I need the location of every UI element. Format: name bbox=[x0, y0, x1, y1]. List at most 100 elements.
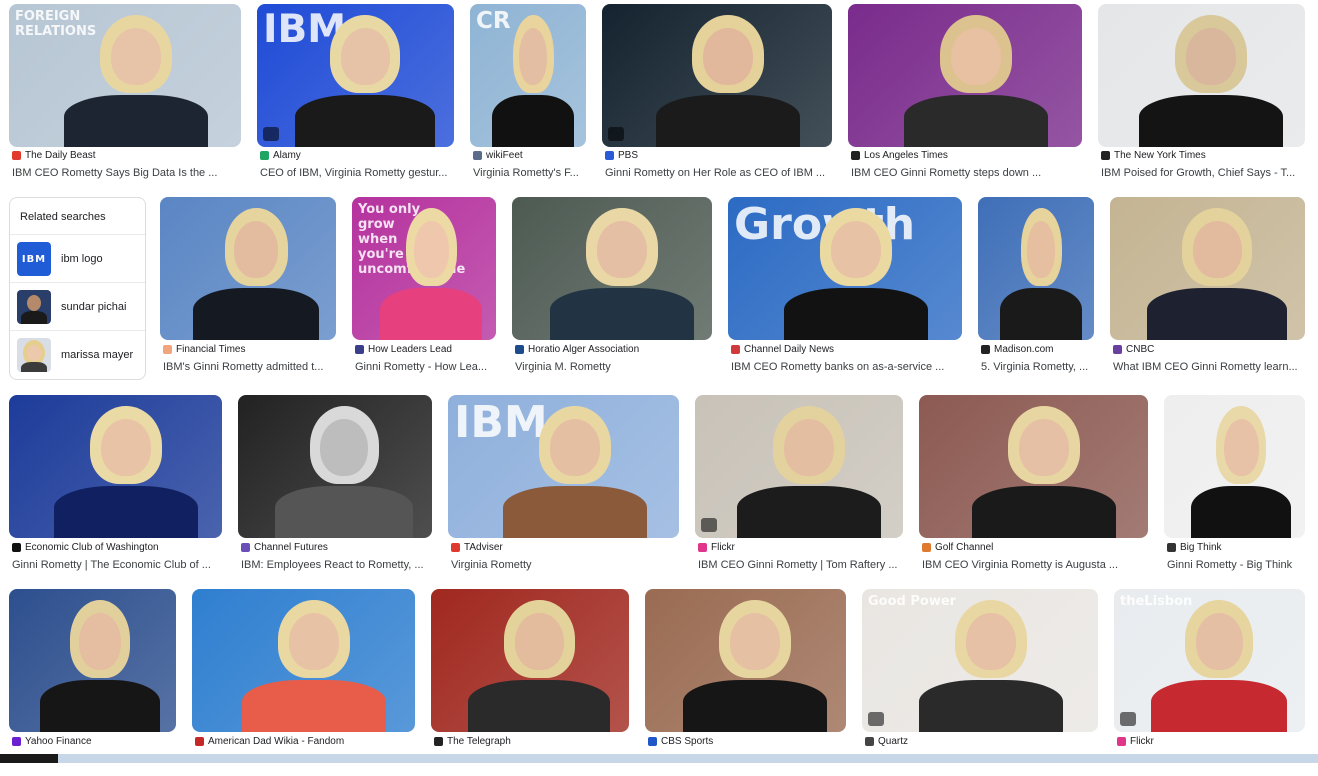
image-thumbnail[interactable] bbox=[695, 395, 903, 538]
result-title-link[interactable]: Ginni Rometty | The Economic Club of ... bbox=[12, 559, 219, 571]
related-searches-title: Related searches bbox=[20, 211, 106, 223]
horizontal-scrollbar[interactable] bbox=[0, 754, 1318, 763]
image-result-tile[interactable]: CR wikiFeet Virginia Rometty's F... bbox=[470, 4, 586, 190]
site-favicon-icon bbox=[865, 737, 874, 746]
result-source[interactable]: Financial Times bbox=[163, 344, 333, 355]
image-thumbnail[interactable] bbox=[160, 197, 336, 340]
result-source[interactable]: Quartz bbox=[865, 736, 1095, 747]
result-source[interactable]: Horatio Alger Association bbox=[515, 344, 709, 355]
image-result-tile[interactable]: American Dad Wikia - Fandom bbox=[192, 589, 415, 776]
image-thumbnail[interactable] bbox=[9, 395, 222, 538]
image-result-tile[interactable]: Madison.com 5. Virginia Rometty, ... bbox=[978, 197, 1094, 384]
result-source[interactable]: How Leaders Lead bbox=[355, 344, 493, 355]
result-source[interactable]: Alamy bbox=[260, 150, 451, 161]
image-result-tile[interactable]: Growth Channel Daily News IBM CEO Rometty … bbox=[728, 197, 962, 384]
result-title-link[interactable]: Virginia M. Rometty bbox=[515, 361, 709, 373]
image-thumbnail[interactable] bbox=[512, 197, 712, 340]
result-source[interactable]: Economic Club of Washington bbox=[12, 542, 219, 553]
image-thumbnail[interactable] bbox=[848, 4, 1082, 147]
image-thumbnail[interactable] bbox=[978, 197, 1094, 340]
result-title-link[interactable]: CEO of IBM, Virginia Rometty gestur... bbox=[260, 167, 451, 179]
result-title-link[interactable]: IBM: Employees React to Rometty, ... bbox=[241, 559, 429, 571]
result-title-link[interactable]: IBM's Ginni Rometty admitted t... bbox=[163, 361, 333, 373]
image-thumbnail[interactable] bbox=[919, 395, 1148, 538]
scrollbar-thumb[interactable] bbox=[0, 754, 58, 763]
result-source[interactable]: PBS bbox=[605, 150, 829, 161]
image-thumbnail[interactable] bbox=[1098, 4, 1305, 147]
image-result-tile[interactable]: IBM Alamy CEO of IBM, Virginia Rometty ges… bbox=[257, 4, 454, 190]
result-title-link[interactable]: IBM CEO Rometty banks on as-a-service ..… bbox=[731, 361, 959, 373]
image-result-tile[interactable]: theLisbon Flickr bbox=[1114, 589, 1305, 776]
image-thumbnail[interactable]: Good Power bbox=[862, 589, 1098, 732]
image-thumbnail[interactable]: IBM bbox=[448, 395, 679, 538]
image-result-tile[interactable]: Horatio Alger Association Virginia M. Rom… bbox=[512, 197, 712, 384]
result-title-link[interactable]: Ginni Rometty on Her Role as CEO of IBM … bbox=[605, 167, 829, 179]
result-title-link[interactable]: IBM CEO Ginni Rometty steps down ... bbox=[851, 167, 1079, 179]
image-thumbnail[interactable] bbox=[602, 4, 832, 147]
result-source[interactable]: Los Angeles Times bbox=[851, 150, 1079, 161]
result-source[interactable]: CNBC bbox=[1113, 344, 1302, 355]
result-source[interactable]: Flickr bbox=[698, 542, 900, 553]
image-thumbnail[interactable] bbox=[9, 589, 176, 732]
result-title-link[interactable]: IBM CEO Ginni Rometty | Tom Raftery ... bbox=[698, 559, 900, 571]
image-result-tile[interactable]: Good Power Quartz bbox=[862, 589, 1098, 776]
image-thumbnail[interactable]: theLisbon bbox=[1114, 589, 1305, 732]
image-thumbnail[interactable]: IBM bbox=[257, 4, 454, 147]
result-source[interactable]: Channel Daily News bbox=[731, 344, 959, 355]
image-thumbnail[interactable] bbox=[1164, 395, 1305, 538]
image-result-tile[interactable]: Channel Futures IBM: Employees React to R… bbox=[238, 395, 432, 582]
image-thumbnail[interactable] bbox=[431, 589, 629, 732]
image-thumbnail[interactable] bbox=[238, 395, 432, 538]
result-source[interactable]: Channel Futures bbox=[241, 542, 429, 553]
image-thumbnail[interactable] bbox=[645, 589, 846, 732]
image-result-tile[interactable]: Flickr IBM CEO Ginni Rometty | Tom Rafter… bbox=[695, 395, 903, 582]
related-search-ibm-logo[interactable]: IBM ibm logo bbox=[10, 234, 145, 283]
image-result-tile[interactable]: The New York Times IBM Poised for Growth,… bbox=[1098, 4, 1305, 190]
result-source[interactable]: TAdviser bbox=[451, 542, 676, 553]
result-source[interactable]: wikiFeet bbox=[473, 150, 583, 161]
result-source[interactable]: American Dad Wikia - Fandom bbox=[195, 736, 412, 747]
result-source[interactable]: Madison.com bbox=[981, 344, 1091, 355]
result-title-link[interactable]: 5. Virginia Rometty, ... bbox=[981, 361, 1091, 373]
result-source[interactable]: Golf Channel bbox=[922, 542, 1145, 553]
result-title-link[interactable]: IBM CEO Rometty Says Big Data Is the ... bbox=[12, 167, 238, 179]
site-favicon-icon bbox=[473, 151, 482, 160]
image-result-tile[interactable]: Economic Club of Washington Ginni Rometty… bbox=[9, 395, 222, 582]
site-favicon-icon bbox=[851, 151, 860, 160]
image-result-tile[interactable]: PBS Ginni Rometty on Her Role as CEO of I… bbox=[602, 4, 832, 190]
result-title-link[interactable]: Ginni Rometty - How Lea... bbox=[355, 361, 493, 373]
image-result-tile[interactable]: Los Angeles Times IBM CEO Ginni Rometty s… bbox=[848, 4, 1082, 190]
result-title-link[interactable]: Virginia Rometty bbox=[451, 559, 676, 571]
result-source[interactable]: Yahoo Finance bbox=[12, 736, 173, 747]
image-result-tile[interactable]: CBS Sports bbox=[645, 589, 846, 776]
result-source[interactable]: The Daily Beast bbox=[12, 150, 238, 161]
image-result-tile[interactable]: FOREIGN RELATIONS The Daily Beast IBM CEO … bbox=[9, 4, 241, 190]
result-source[interactable]: Big Think bbox=[1167, 542, 1302, 553]
result-source[interactable]: Flickr bbox=[1117, 736, 1302, 747]
result-source[interactable]: The New York Times bbox=[1101, 150, 1302, 161]
site-favicon-icon bbox=[163, 345, 172, 354]
image-thumbnail[interactable]: CR bbox=[470, 4, 586, 147]
image-thumbnail[interactable] bbox=[1110, 197, 1305, 340]
image-result-tile[interactable]: CNBC What IBM CEO Ginni Rometty learn... bbox=[1110, 197, 1305, 384]
result-title-link[interactable]: IBM CEO Virginia Rometty is Augusta ... bbox=[922, 559, 1145, 571]
image-thumbnail[interactable]: You only grow when you're uncomfortable bbox=[352, 197, 496, 340]
result-title-link[interactable]: IBM Poised for Growth, Chief Says - T... bbox=[1101, 167, 1302, 179]
related-search-sundar-pichai[interactable]: sundar pichai bbox=[10, 282, 145, 331]
result-title-link[interactable]: What IBM CEO Ginni Rometty learn... bbox=[1113, 361, 1302, 373]
related-search-marissa-mayer[interactable]: marissa mayer bbox=[10, 330, 145, 379]
image-result-tile[interactable]: The Telegraph bbox=[431, 589, 629, 776]
image-result-tile[interactable]: Big Think Ginni Rometty - Big Think bbox=[1164, 395, 1305, 582]
image-thumbnail[interactable] bbox=[192, 589, 415, 732]
result-source[interactable]: The Telegraph bbox=[434, 736, 626, 747]
result-source[interactable]: CBS Sports bbox=[648, 736, 843, 747]
image-result-tile[interactable]: You only grow when you're uncomfortable H… bbox=[352, 197, 496, 384]
image-result-tile[interactable]: Golf Channel IBM CEO Virginia Rometty is … bbox=[919, 395, 1148, 582]
result-title-link[interactable]: Ginni Rometty - Big Think bbox=[1167, 559, 1302, 571]
image-result-tile[interactable]: Financial Times IBM's Ginni Rometty admit… bbox=[160, 197, 336, 384]
image-result-tile[interactable]: Yahoo Finance bbox=[9, 589, 176, 776]
image-thumbnail[interactable]: FOREIGN RELATIONS bbox=[9, 4, 241, 147]
image-result-tile[interactable]: IBM TAdviser Virginia Rometty bbox=[448, 395, 679, 582]
image-thumbnail[interactable]: Growth bbox=[728, 197, 962, 340]
result-title-link[interactable]: Virginia Rometty's F... bbox=[473, 167, 583, 179]
